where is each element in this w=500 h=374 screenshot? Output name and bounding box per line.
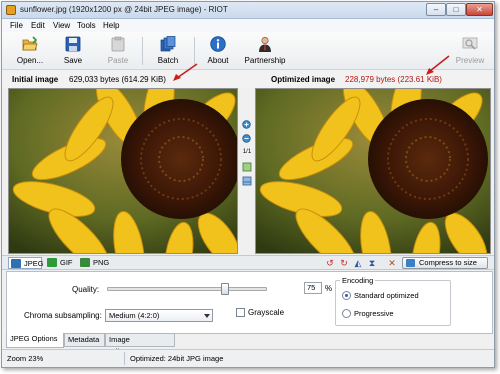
chroma-subsampling-label: Chroma subsampling: [24, 311, 102, 320]
menu-bar: File Edit View Tools Help [2, 19, 494, 32]
zoom-tools-strip: 1/1 [239, 88, 255, 254]
clipboard-icon [111, 36, 125, 52]
menu-edit[interactable]: Edit [31, 21, 45, 30]
jpeg-options-panel: Quality: 75 % Chroma subsampling: Medium… [6, 271, 493, 334]
save-button[interactable]: Save [54, 34, 92, 68]
open-button[interactable]: Open... [11, 34, 49, 68]
image-info-bar: Initial image 629,033 bytes (614.29 KiB)… [2, 55, 494, 88]
tab-image-adjustments[interactable]: Image adjustments [105, 333, 175, 356]
standard-optimized-label: Standard optimized [354, 291, 419, 300]
chevron-down-icon [204, 314, 210, 318]
tab-png[interactable]: PNG [78, 257, 110, 269]
flip-vertical-icon[interactable]: ⧗ [367, 258, 377, 268]
progressive-radio[interactable] [342, 309, 351, 318]
businessman-icon [259, 36, 271, 52]
fit-to-window-icon[interactable] [242, 162, 252, 172]
minimize-button[interactable]: – [426, 3, 446, 16]
grayscale-checkbox[interactable] [236, 308, 245, 317]
compress-to-size-button[interactable]: Compress to size [402, 257, 488, 269]
zoom-in-icon[interactable] [242, 120, 252, 130]
tab-gif[interactable]: GIF [45, 257, 75, 269]
app-icon [6, 5, 16, 15]
open-label: Open... [16, 56, 44, 65]
toolbar: Open... Save Paste Batch About Partnersh… [2, 32, 494, 70]
options-tabs: JPEG Options Metadata Image adjustments [6, 333, 493, 356]
status-zoom: Zoom 23% [7, 354, 44, 363]
toolbar-separator [194, 37, 195, 65]
encoding-title: Encoding [340, 276, 376, 285]
partnership-button[interactable]: Partnership [240, 34, 290, 68]
initial-image-pane[interactable] [8, 88, 238, 254]
compress-icon [406, 259, 415, 267]
info-icon [210, 36, 226, 52]
encoding-group: Encoding Standard optimized Progressive [335, 276, 451, 326]
preview-label: Preview [455, 56, 485, 65]
toolbar-separator [142, 37, 143, 65]
preview-button[interactable]: Preview [451, 34, 489, 68]
clear-icon[interactable]: ✕ [387, 258, 397, 268]
folder-open-icon [22, 36, 38, 51]
status-bar: Zoom 23% Optimized: 24bit JPG image [2, 349, 494, 367]
title-bar: sunflower.jpg (1920x1200 px @ 24bit JPEG… [2, 2, 494, 19]
standard-optimized-radio[interactable] [342, 291, 351, 300]
initial-image-label: Initial image [12, 75, 59, 84]
format-bar: JPEG GIF PNG ↺ ↻ ◭ ⧗ ✕ Compress to size [2, 255, 494, 270]
gif-format-icon [47, 258, 57, 267]
maximize-button[interactable]: □ [446, 3, 466, 16]
save-label: Save [63, 56, 83, 65]
menu-view[interactable]: View [53, 21, 70, 30]
chroma-subsampling-select[interactable]: Medium (4:2:0) [105, 309, 213, 322]
tab-png-label: PNG [93, 258, 110, 267]
preview-magnifier-icon [462, 37, 478, 50]
png-format-icon [80, 258, 90, 267]
menu-help[interactable]: Help [103, 21, 119, 30]
initial-image-size: 629,033 bytes (614.29 KiB) [69, 75, 166, 84]
status-optimized: Optimized: 24bit JPG image [130, 354, 224, 363]
floppy-disk-icon [65, 36, 81, 52]
close-button[interactable]: ✕ [466, 3, 493, 16]
riot-window: sunflower.jpg (1920x1200 px @ 24bit JPEG… [1, 1, 495, 368]
menu-tools[interactable]: Tools [77, 21, 96, 30]
tab-jpeg[interactable]: JPEG [8, 257, 44, 269]
tab-metadata[interactable]: Metadata [64, 333, 105, 347]
about-button[interactable]: About [199, 34, 237, 68]
compare-view-icon[interactable] [242, 176, 252, 186]
progressive-label: Progressive [354, 309, 394, 318]
quality-label: Quality: [72, 285, 100, 294]
status-divider [124, 352, 125, 365]
paste-button[interactable]: Paste [99, 34, 137, 68]
partnership-label: Partnership [244, 56, 286, 65]
compress-to-size-label: Compress to size [419, 258, 477, 267]
actual-size-button[interactable]: 1/1 [240, 149, 254, 159]
rotate-left-icon[interactable]: ↺ [325, 258, 335, 268]
tab-jpeg-label: JPEG [24, 259, 44, 268]
jpeg-format-icon [11, 259, 21, 268]
annotation-arrow-icon [426, 55, 450, 75]
rotate-right-icon[interactable]: ↻ [339, 258, 349, 268]
menu-file[interactable]: File [10, 21, 23, 30]
flip-horizontal-icon[interactable]: ◭ [353, 258, 363, 268]
quality-slider[interactable] [107, 283, 267, 295]
grayscale-label: Grayscale [248, 308, 285, 317]
image-panes: 1/1 [2, 88, 494, 254]
tab-jpeg-options[interactable]: JPEG Options [6, 333, 64, 348]
quality-slider-thumb[interactable] [221, 283, 229, 295]
about-label: About [207, 56, 229, 65]
optimized-image-pane[interactable] [255, 88, 491, 254]
annotation-arrow-icon [173, 63, 198, 81]
tab-gif-label: GIF [60, 258, 73, 267]
chroma-subsampling-value: Medium (4:2:0) [109, 311, 160, 320]
sunflower-image [9, 89, 237, 253]
sunflower-image-optimized [256, 89, 490, 253]
batch-icon [160, 36, 176, 52]
quality-input[interactable]: 75 [304, 282, 322, 294]
window-title: sunflower.jpg (1920x1200 px @ 24bit JPEG… [20, 5, 228, 14]
zoom-out-icon[interactable] [242, 134, 252, 144]
quality-unit: % [325, 284, 333, 293]
optimized-image-label: Optimized image [271, 75, 336, 84]
paste-label: Paste [107, 56, 129, 65]
